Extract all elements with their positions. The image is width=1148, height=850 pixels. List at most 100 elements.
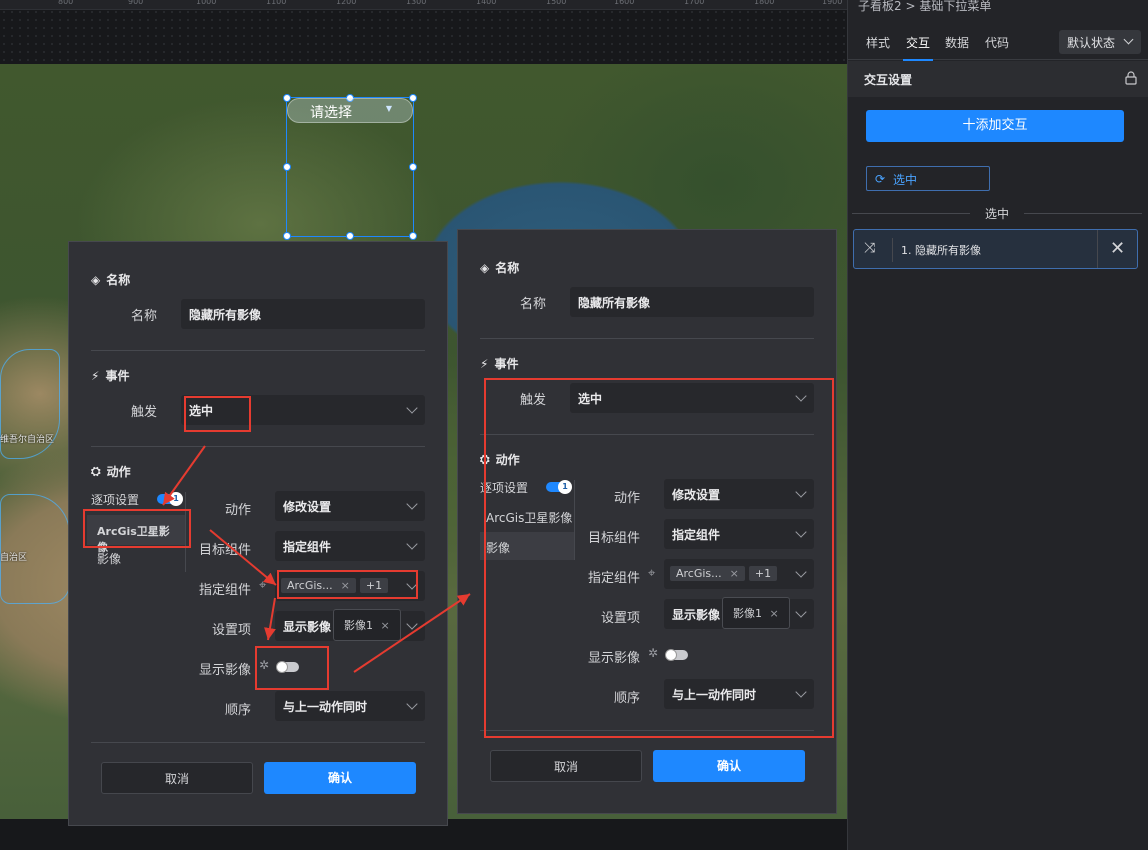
- name-input[interactable]: 隐藏所有影像: [570, 287, 814, 317]
- lightning-icon: ⚡: [480, 356, 489, 371]
- resize-handle[interactable]: [346, 232, 354, 240]
- target-select[interactable]: 指定组件: [275, 531, 425, 561]
- target-value: 指定组件: [283, 540, 332, 554]
- ruler-tick: 900: [128, 0, 144, 6]
- resize-handle[interactable]: [283, 163, 291, 171]
- action-item[interactable]: ⤨ 1. 隐藏所有影像 ✕: [853, 229, 1138, 269]
- close-icon[interactable]: ×: [381, 619, 390, 632]
- region-border: [0, 494, 70, 604]
- cancel-button[interactable]: 取消: [490, 750, 642, 782]
- list-item-image[interactable]: 影像: [97, 550, 121, 567]
- event-divider-label: 选中: [852, 205, 1142, 222]
- resize-handle[interactable]: [409, 94, 417, 102]
- lock-icon[interactable]: [1125, 71, 1137, 85]
- ruler-tick: 1100: [266, 0, 287, 6]
- ruler-tick: 1600: [614, 0, 635, 6]
- spec-label: 指定组件: [198, 583, 251, 598]
- name-section-header: ◈ 名称: [91, 271, 130, 288]
- diamond-icon: ◈: [91, 272, 101, 287]
- dropdown-widget[interactable]: 请选择 ▼: [287, 98, 413, 123]
- dropdown-placeholder: 请选择: [310, 105, 352, 121]
- chevron-down-icon: [406, 618, 418, 630]
- state-value: 默认状态: [1067, 36, 1116, 50]
- ruler-tick: 1500: [546, 0, 567, 6]
- tooltip-text: 影像1: [344, 619, 373, 632]
- name-input[interactable]: 隐藏所有影像: [181, 299, 425, 329]
- action-label: 动作: [224, 503, 251, 518]
- interaction-settings-header: 交互设置: [848, 61, 1148, 97]
- event-chip-label: 选中: [893, 173, 918, 187]
- confirm-button[interactable]: 确认: [653, 750, 805, 782]
- tab-code[interactable]: 代码: [985, 34, 1009, 51]
- name-section-header: ◈ 名称: [480, 259, 519, 276]
- interaction-dialog-1: ◈ 名称 名称 隐藏所有影像 ⚡ 事件 触发 选中 ⛭ 动作 逐项设置 1 ArcGi…: [68, 241, 448, 826]
- order-value: 与上一动作同时: [283, 700, 368, 714]
- tab-interaction[interactable]: 交互: [902, 34, 934, 61]
- horizontal-ruler: 800 900 1000 1100 1200 1300 1400 1500 16…: [0, 0, 847, 10]
- lightning-icon: ⚡: [91, 368, 100, 383]
- divider: [91, 742, 425, 743]
- event-chip[interactable]: ⟳ 选中: [866, 166, 990, 191]
- tab-data[interactable]: 数据: [945, 34, 969, 51]
- divider: [91, 446, 425, 447]
- property-panel: 子看板2 > 基础下拉菜单 样式 交互 数据 代码 默认状态 交互设置 十添加交…: [847, 0, 1148, 850]
- annotation-box: [484, 378, 834, 738]
- annotation-box: [277, 570, 418, 599]
- add-interaction-button[interactable]: 十添加交互: [866, 110, 1124, 142]
- chevron-down-icon: [406, 538, 418, 550]
- tooltip: 影像1 ×: [333, 609, 401, 641]
- close-icon[interactable]: ✕: [1097, 230, 1137, 268]
- setting-value: 显示影像: [283, 620, 332, 634]
- caret-down-icon: ▼: [385, 104, 392, 113]
- action-item-label: 1. 隐藏所有影像: [901, 244, 981, 257]
- resize-handle[interactable]: [283, 232, 291, 240]
- resize-handle[interactable]: [409, 163, 417, 171]
- action-select[interactable]: 修改设置: [275, 491, 425, 521]
- annotation-box: [83, 509, 191, 548]
- annotation-box: [255, 646, 329, 690]
- ruler-tick: 1700: [684, 0, 705, 6]
- breadcrumb: 子看板2 > 基础下拉菜单: [858, 0, 992, 13]
- name-label: 名称: [130, 309, 157, 324]
- map-label: 自治区: [0, 553, 28, 563]
- ruler-tick: 800: [58, 0, 74, 6]
- toggle-count: 1: [169, 492, 183, 506]
- target-label: 目标组件: [198, 543, 251, 558]
- interaction-dialog-2: ◈ 名称 名称 隐藏所有影像 ⚡ 事件 触发 选中 ⛭ 动作 逐项设置 1 ArcGi…: [457, 229, 837, 814]
- shuffle-icon: ⤨: [864, 240, 876, 256]
- event-section-title: 事件: [494, 357, 519, 371]
- divider: [91, 350, 425, 351]
- chevron-down-icon: [1123, 34, 1134, 45]
- divider: [480, 338, 814, 339]
- name-section-title: 名称: [106, 273, 131, 287]
- confirm-button[interactable]: 确认: [264, 762, 416, 794]
- ruler-tick: 1200: [336, 0, 357, 6]
- ruler-tick: 1000: [196, 0, 217, 6]
- setting-label: 设置项: [211, 623, 251, 638]
- name-section-title: 名称: [495, 261, 520, 275]
- order-label: 顺序: [224, 703, 251, 718]
- divider: [892, 238, 893, 262]
- ruler-tick: 1400: [476, 0, 497, 6]
- cursor-icon: ⟳: [875, 172, 886, 186]
- event-section-title: 事件: [105, 369, 130, 383]
- panel-tabs: 样式 交互 数据 代码 默认状态: [848, 24, 1148, 61]
- list-item-itemwise[interactable]: 逐项设置: [91, 491, 139, 508]
- name-label: 名称: [519, 297, 546, 312]
- target-pick-icon[interactable]: ⌖: [259, 578, 266, 593]
- trigger-label: 触发: [130, 405, 157, 420]
- map-label: 维吾尔自治区: [0, 435, 55, 445]
- ruler-tick: 1800: [754, 0, 775, 6]
- ruler-tick: 1300: [406, 0, 427, 6]
- action-section-title: 动作: [106, 465, 131, 479]
- state-select[interactable]: 默认状态: [1059, 30, 1141, 54]
- resize-handle[interactable]: [409, 232, 417, 240]
- chevron-down-icon: [406, 402, 418, 414]
- tab-style[interactable]: 样式: [866, 34, 890, 51]
- order-select[interactable]: 与上一动作同时: [275, 691, 425, 721]
- action-section-header: ⛭ 动作: [91, 463, 131, 480]
- itemwise-toggle[interactable]: 1: [157, 492, 183, 506]
- event-section-header: ⚡ 事件: [91, 367, 129, 384]
- cancel-button[interactable]: 取消: [101, 762, 253, 794]
- annotation-box: [184, 396, 251, 432]
